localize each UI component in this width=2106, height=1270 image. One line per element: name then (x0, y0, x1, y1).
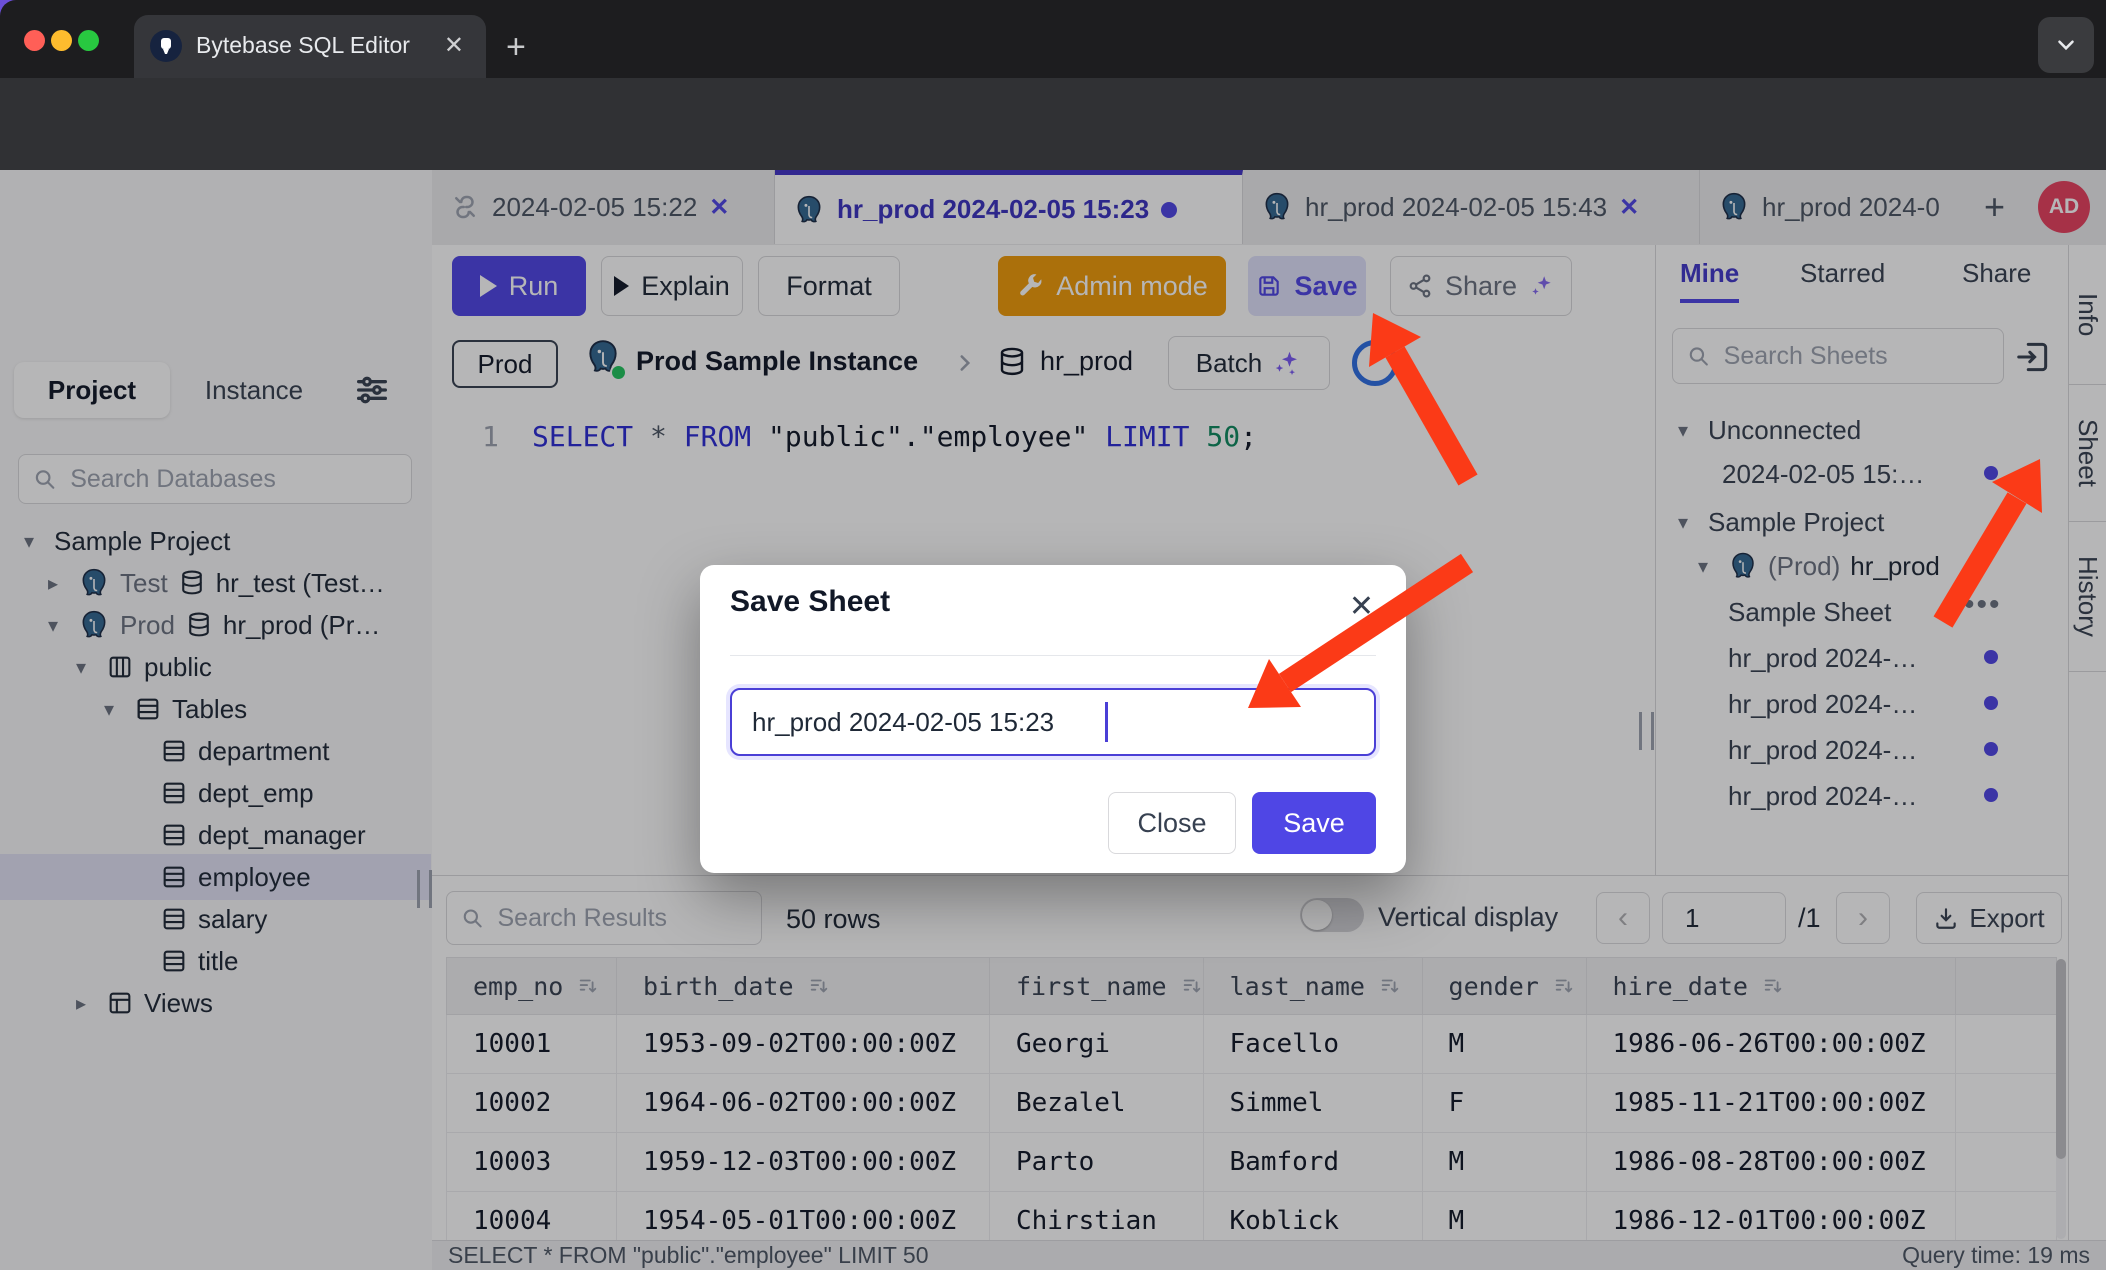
new-tab-icon[interactable]: + (506, 30, 526, 64)
sheet-name-input[interactable] (730, 688, 1376, 756)
tab-close-icon[interactable]: ✕ (444, 31, 464, 60)
browser-tab[interactable]: Bytebase SQL Editor ✕ (134, 15, 486, 78)
dialog-save-button[interactable]: Save (1252, 792, 1376, 854)
dialog-divider (730, 655, 1376, 656)
browser-tab-title: Bytebase SQL Editor (196, 32, 410, 59)
window-minimize-button[interactable] (51, 30, 72, 51)
save-sheet-dialog: Save Sheet ✕ Close Save (700, 565, 1406, 873)
dialog-close-button[interactable]: Close (1108, 792, 1236, 854)
window-zoom-button[interactable] (78, 30, 99, 51)
dialog-title: Save Sheet (730, 585, 890, 619)
browser-titlebar: Bytebase SQL Editor ✕ + (0, 0, 2106, 78)
dialog-close-icon[interactable]: ✕ (1349, 589, 1374, 624)
tab-search-chevron-icon[interactable] (2038, 17, 2094, 73)
screenshot-root: Bytebase SQL Editor ✕ + localhost:8080/s… (0, 0, 2106, 1270)
text-cursor (1105, 702, 1108, 742)
browser-toolbar: localhost:8080/sql-editor/prod-sample-in… (0, 78, 2106, 170)
bytebase-favicon (150, 30, 182, 62)
window-close-button[interactable] (24, 30, 45, 51)
